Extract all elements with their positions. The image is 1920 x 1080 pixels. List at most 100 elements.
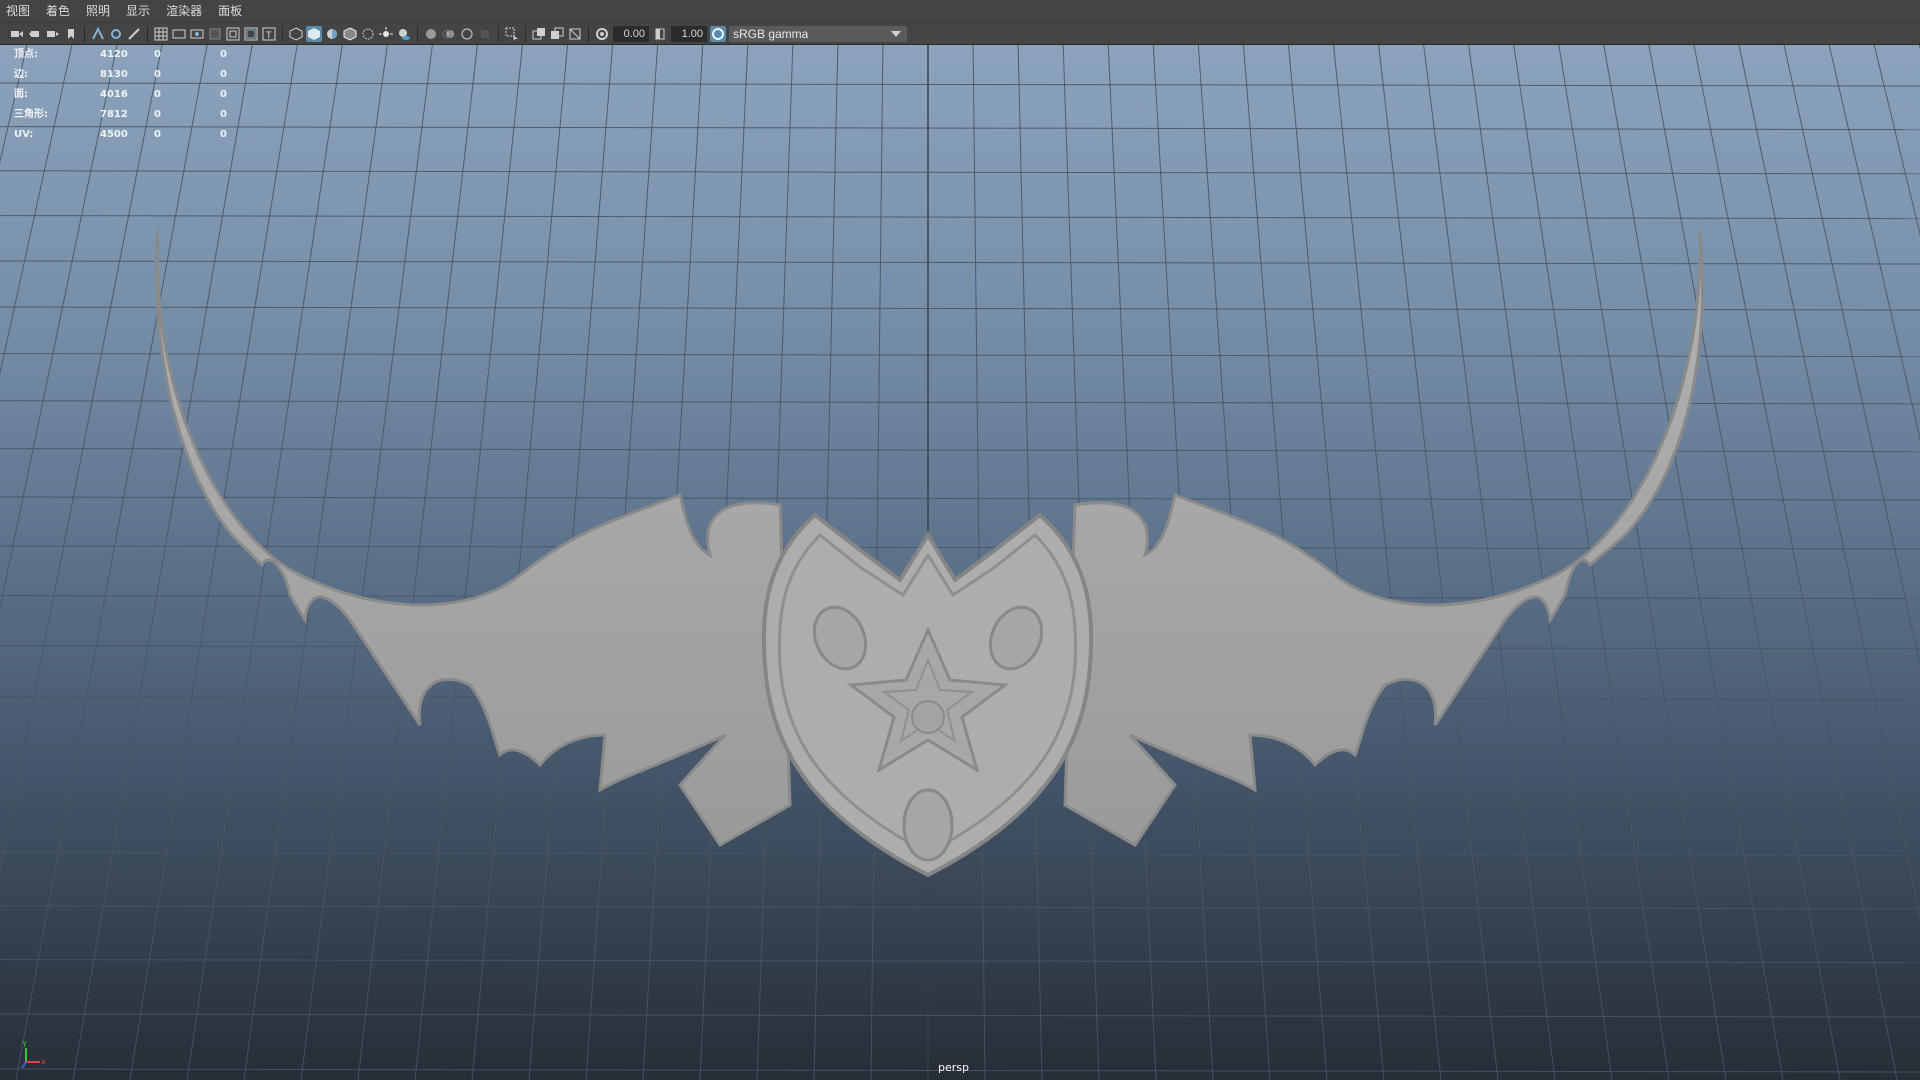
wireframe-on-shaded-icon[interactable] xyxy=(342,26,358,42)
chevron-down-icon xyxy=(891,30,901,37)
grid-line xyxy=(1783,45,1920,668)
grid-line xyxy=(0,353,1920,358)
depth-of-field-icon[interactable] xyxy=(477,26,493,42)
hud-label: 面: xyxy=(14,89,28,100)
axis-y-label: Y xyxy=(21,1040,27,1049)
menu-show[interactable]: 显示 xyxy=(118,0,158,22)
axis-gizmo-icon: Y x xyxy=(21,1040,46,1069)
screen-space-ao-icon[interactable] xyxy=(423,26,439,42)
grid-line xyxy=(1378,45,1499,1080)
grid-line xyxy=(0,215,1920,220)
image-plane-icon[interactable] xyxy=(90,26,106,42)
film-gate-icon[interactable] xyxy=(171,26,187,42)
use-all-lights-icon[interactable] xyxy=(378,26,394,42)
grid-toggle-icon[interactable] xyxy=(153,26,169,42)
3d-viewport[interactable]: 顶点: 4120 0 0 边: 8130 0 0 面: 4016 0 0 三角形… xyxy=(0,45,1920,1080)
resolution-gate-icon[interactable] xyxy=(189,26,205,42)
menu-panels[interactable]: 面板 xyxy=(210,0,250,22)
grid-line xyxy=(0,545,1920,550)
safe-title-icon[interactable]: T xyxy=(261,26,277,42)
hud-value: 0 xyxy=(154,69,161,80)
hud-row-triangles: 三角形: 7812 0 0 xyxy=(14,105,240,125)
color-management-icon[interactable] xyxy=(710,25,726,42)
right-wing xyxy=(1063,229,1704,847)
poly-count-hud: 顶点: 4120 0 0 边: 8130 0 0 面: 4016 0 0 三角形… xyxy=(14,45,240,145)
grid-line xyxy=(1423,45,1556,1080)
grid-line xyxy=(300,45,433,1080)
previous-view-icon[interactable] xyxy=(27,26,43,42)
hud-label: 顶点: xyxy=(14,49,38,60)
exposure-field[interactable]: 0.00 xyxy=(613,25,649,42)
ground-grid xyxy=(0,45,1920,1080)
toolbar-separator xyxy=(588,25,589,42)
next-view-icon[interactable] xyxy=(45,26,61,42)
hud-value: 0 xyxy=(220,129,227,140)
grid-line xyxy=(0,170,1920,175)
hud-value: 8130 xyxy=(100,69,128,80)
grid-line xyxy=(0,82,1920,87)
gate-mask-icon[interactable] xyxy=(207,26,223,42)
camera-attributes-icon[interactable] xyxy=(108,26,124,42)
motion-blur-icon[interactable] xyxy=(441,26,457,42)
grid-line xyxy=(1603,45,1784,1080)
select-camera-icon[interactable] xyxy=(9,26,25,42)
toolbar-separator xyxy=(147,25,148,42)
field-chart-icon[interactable] xyxy=(225,26,241,42)
hud-value: 4500 xyxy=(100,129,128,140)
hud-value: 0 xyxy=(220,49,227,60)
grid-line xyxy=(0,448,1920,453)
menu-lighting[interactable]: 照明 xyxy=(78,0,118,22)
hud-row-vertices: 顶点: 4120 0 0 xyxy=(14,45,240,65)
view-transform-dropdown[interactable]: sRGB gamma xyxy=(729,25,907,42)
svg-text:T: T xyxy=(265,31,272,41)
gamma-field[interactable]: 1.00 xyxy=(671,25,707,42)
scene-canvas xyxy=(0,45,1920,1080)
grease-pencil-icon[interactable] xyxy=(126,26,142,42)
menu-bar: 视图 着色 照明 显示 渲染器 面板 xyxy=(0,0,1920,23)
xray-joints-icon[interactable] xyxy=(531,26,547,42)
hud-value: 0 xyxy=(220,89,227,100)
exposure-icon[interactable] xyxy=(594,26,610,42)
grid-line xyxy=(1873,45,1920,237)
grid-line xyxy=(1648,45,1841,1080)
grid-line xyxy=(414,45,523,1080)
hud-label: 边: xyxy=(14,69,28,80)
grid-line xyxy=(0,959,1920,964)
grid-line xyxy=(0,260,1920,265)
menu-view[interactable]: 视图 xyxy=(0,0,38,22)
bookmark-icon[interactable] xyxy=(63,26,79,42)
grid-line xyxy=(0,126,1920,131)
grid-line xyxy=(15,45,208,1080)
default-material-icon[interactable] xyxy=(324,26,340,42)
shield-gem-bottom xyxy=(902,788,954,862)
grid-line xyxy=(1738,45,1920,919)
hud-value: 0 xyxy=(220,69,227,80)
grid-line xyxy=(1558,45,1727,1080)
axis-x-label: x xyxy=(41,1057,46,1066)
hud-value: 0 xyxy=(154,49,161,60)
hud-value: 0 xyxy=(154,89,161,100)
hud-value: 4016 xyxy=(100,89,128,100)
menu-shading[interactable]: 着色 xyxy=(38,0,78,22)
smooth-shade-icon[interactable] xyxy=(306,25,322,42)
gamma-icon[interactable] xyxy=(652,26,668,42)
hud-row-faces: 面: 4016 0 0 xyxy=(14,85,240,105)
panel-toolbar: T 0.00 1.00 sRGB gamma xyxy=(0,23,1920,45)
wireframe-icon[interactable] xyxy=(288,26,304,42)
backface-culling-icon[interactable] xyxy=(567,26,583,42)
menu-renderer[interactable]: 渲染器 xyxy=(158,0,210,22)
hud-value: 0 xyxy=(154,109,161,120)
safe-action-icon[interactable] xyxy=(243,26,259,42)
hud-value: 7812 xyxy=(100,109,128,120)
xray-icon[interactable] xyxy=(360,26,376,42)
grid-line xyxy=(1828,45,1920,441)
isolate-select-icon[interactable] xyxy=(504,26,520,42)
shadows-icon[interactable] xyxy=(396,26,412,42)
toolbar-separator xyxy=(417,25,418,42)
camera-name-label: persp xyxy=(938,1061,969,1074)
anti-aliasing-icon[interactable] xyxy=(459,26,475,42)
hud-label: UV: xyxy=(14,129,34,140)
hud-row-edges: 边: 8130 0 0 xyxy=(14,65,240,85)
toolbar-separator xyxy=(525,25,526,42)
xray-active-icon[interactable] xyxy=(549,26,565,42)
